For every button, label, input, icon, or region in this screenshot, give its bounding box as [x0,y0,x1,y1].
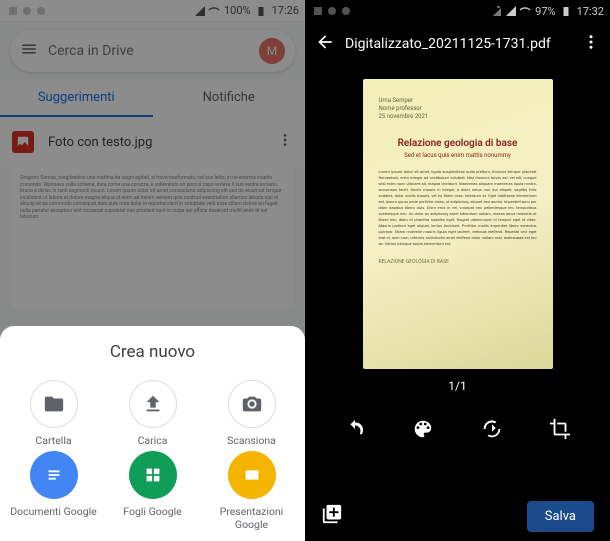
hamburger-icon[interactable] [20,40,38,62]
google-slides[interactable]: Presentazioni Google [204,451,299,531]
account-avatar[interactable]: M [259,38,285,64]
file-preview: Gregorio Samsa, svegliandosi una mattina… [12,167,293,307]
folder-icon [30,380,78,428]
create-folder[interactable]: Cartella [6,380,101,447]
slides-icon [228,451,276,499]
file-row[interactable]: Foto con testo.jpg [0,117,305,167]
rotate-button[interactable] [481,418,503,444]
sheet-title: Crea nuovo [6,342,299,362]
back-arrow-icon[interactable] [315,32,335,56]
bottom-bar: Salva [305,491,610,541]
battery-percent: 97% [535,5,555,18]
image-file-icon [12,131,34,153]
more-icon[interactable] [582,33,600,55]
scanned-page: Urna Semper Nome professor 25 novembre 2… [363,79,553,369]
crop-button[interactable] [549,418,571,444]
tabs: Suggerimenti Notifiche [0,80,305,117]
google-docs[interactable]: Documenti Google [6,451,101,531]
file-name: Foto con testo.jpg [48,135,277,150]
scan[interactable]: Scansiona [204,380,299,447]
upload-icon [129,380,177,428]
camera-icon [228,380,276,428]
clock: 17:32 [577,5,604,18]
document-title: Digitalizzato_20211125-1731.pdf [345,36,572,52]
page-preview[interactable]: Urna Semper Nome professor 25 novembre 2… [305,66,610,406]
undo-button[interactable] [344,418,366,444]
more-icon[interactable] [277,132,293,152]
status-bar: 100% 17:26 [0,0,305,22]
tab-notifications[interactable]: Notifiche [153,80,306,117]
upload[interactable]: Carica [105,380,200,447]
add-page-button[interactable] [321,503,343,529]
page-counter: 1/1 [448,379,466,393]
drive-app-screen: 100% 17:26 M Suggerimenti Notifiche Foto… [0,0,305,541]
tab-suggestions[interactable]: Suggerimenti [0,80,153,117]
battery-percent: 100% [224,4,251,17]
docs-icon [30,451,78,499]
google-sheets[interactable]: Fogli Google [105,451,200,531]
search-input[interactable] [48,43,249,59]
palette-button[interactable] [412,418,434,444]
status-bar: 97% 17:32 [305,0,610,22]
save-button[interactable]: Salva [527,501,594,532]
header: Digitalizzato_20211125-1731.pdf [305,22,610,66]
scan-preview-screen: 97% 17:32 Digitalizzato_20211125-1731.pd… [305,0,610,541]
create-new-sheet: Crea nuovo Cartella Carica Scansiona Doc… [0,326,305,541]
search-bar[interactable]: M [10,30,295,72]
clock: 17:26 [272,4,299,17]
sheets-icon [129,451,177,499]
edit-toolbar [305,406,610,456]
